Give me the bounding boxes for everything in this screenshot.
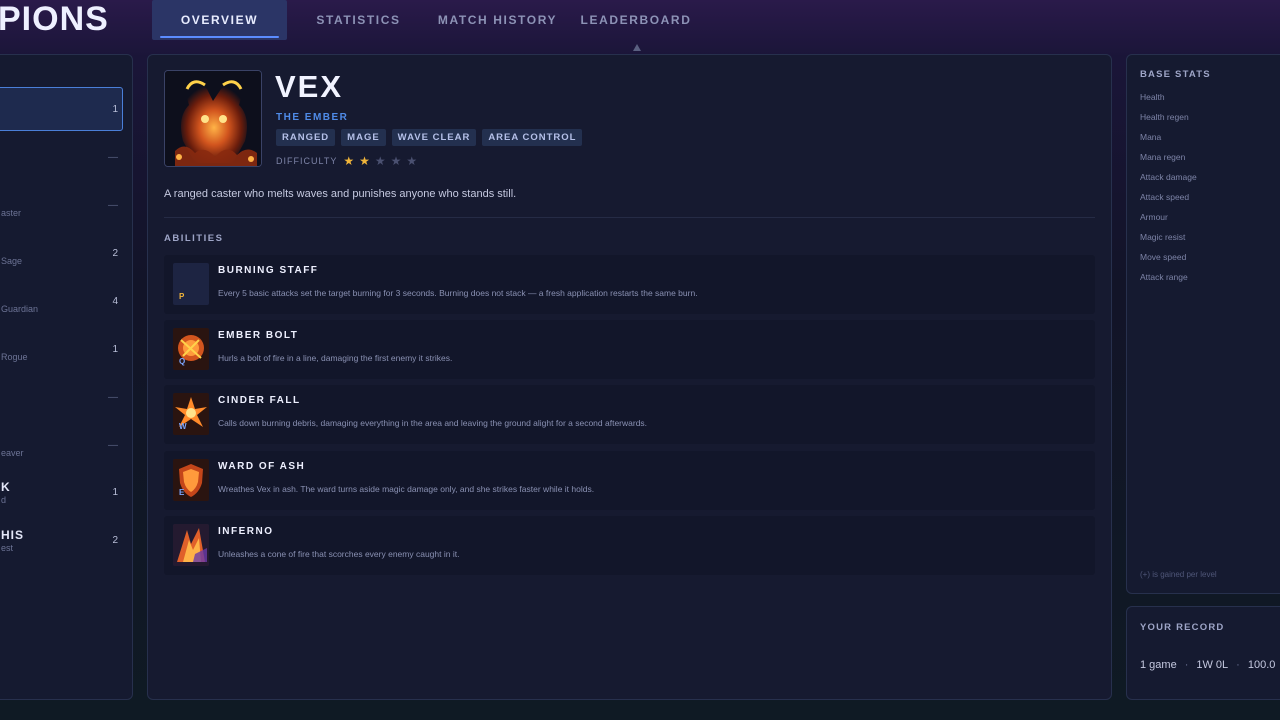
ability-key: P xyxy=(179,292,185,301)
ability-description: Hurls a bolt of fire in a line, damaging… xyxy=(218,353,453,363)
champion-title: THE EMBER xyxy=(276,112,349,123)
inferno-icon: R xyxy=(173,524,209,566)
list-item-count: 2 xyxy=(112,535,118,546)
tag-badge: MAGE xyxy=(341,129,386,146)
difficulty-label: DIFFICULTY xyxy=(276,156,338,166)
star-icon: ★ xyxy=(406,154,418,168)
ability-row[interactable]: Q EMBER BOLT Hurls a bolt of fire in a l… xyxy=(164,320,1095,379)
star-icon: ★ xyxy=(359,154,370,168)
stat-label: Attack speed xyxy=(1140,192,1190,202)
champion-description: A ranged caster who melts waves and puni… xyxy=(164,188,517,200)
difficulty-rating: DIFFICULTY ★ ★ ★ ★ ★ xyxy=(276,152,422,170)
ability-description: Calls down burning debris, damaging ever… xyxy=(218,418,648,428)
divider xyxy=(164,217,1095,218)
tab-statistics[interactable]: STATISTICS xyxy=(287,0,430,40)
record-summary: 1 game · 1W 0L · 100.0 xyxy=(1140,659,1276,671)
ability-name: WARD OF ASH xyxy=(218,461,306,472)
list-item-name[interactable]: K xyxy=(1,480,11,494)
ember-bolt-icon: Q xyxy=(173,328,209,370)
ability-name: EMBER BOLT xyxy=(218,330,299,341)
stats-footnote: (+) is gained per level xyxy=(1140,570,1217,579)
list-item-sub: aster xyxy=(1,208,22,218)
tab-leaderboard[interactable]: LEADERBOARD xyxy=(565,0,707,40)
star-icon: ★ xyxy=(343,154,355,168)
ability-description: Wreathes Vex in ash. The ward turns asid… xyxy=(218,484,595,494)
ability-row[interactable]: E WARD OF ASH Wreathes Vex in ash. The w… xyxy=(164,451,1095,510)
list-item-count: 4 xyxy=(112,296,118,307)
record-winrate: 100.0 xyxy=(1247,659,1276,671)
champion-tags: RANGED MAGE WAVE CLEAR AREA CONTROL xyxy=(276,129,583,146)
abilities-heading: ABILITIES xyxy=(164,233,224,244)
base-stats-panel: BASE STATS Health Health regen Mana Mana… xyxy=(1126,54,1280,594)
stat-label: Armour xyxy=(1140,212,1168,222)
tag-badge: WAVE CLEAR xyxy=(391,129,477,146)
list-item-sub: est xyxy=(1,543,14,553)
list-item-sub: Rogue xyxy=(1,352,28,362)
champion-list-panel: 1 — — aster 2 Sage 4 Guardian 1 Rogue — … xyxy=(0,54,133,700)
list-item-count: 2 xyxy=(112,248,118,259)
ability-name: CINDER FALL xyxy=(218,395,301,406)
list-item-sub: Sage xyxy=(1,256,23,266)
ability-row[interactable]: P BURNING STAFF Every 5 basic attacks se… xyxy=(164,255,1095,314)
champion-name: VEX xyxy=(275,69,344,104)
list-item-count: 1 xyxy=(112,344,118,355)
champion-detail-panel: VEX THE EMBER RANGED MAGE WAVE CLEAR ARE… xyxy=(147,54,1112,700)
list-item-sub: Guardian xyxy=(1,304,39,314)
record-wl: 1W 0L xyxy=(1196,659,1229,671)
list-item-sub: d xyxy=(1,495,7,505)
list-item-count: — xyxy=(108,440,118,451)
ability-passive-icon: P xyxy=(173,263,209,305)
champion-list-item-selected[interactable] xyxy=(0,87,123,131)
app-brand: PIONS xyxy=(0,0,109,38)
record-games: 1 game xyxy=(1140,659,1177,671)
main-nav: OVERVIEW STATISTICS MATCH HISTORY LEADER… xyxy=(152,0,707,40)
list-item-count: — xyxy=(108,392,118,403)
ability-description: Unleashes a cone of fire that scorches e… xyxy=(218,549,460,559)
tab-match-history[interactable]: MATCH HISTORY xyxy=(430,0,565,40)
ability-row[interactable]: R INFERNO Unleashes a cone of fire that … xyxy=(164,516,1095,575)
ability-row[interactable]: W CINDER FALL Calls down burning debris,… xyxy=(164,385,1095,444)
stat-label: Move speed xyxy=(1140,252,1187,262)
stat-label: Mana regen xyxy=(1140,152,1186,162)
stat-label: Health regen xyxy=(1140,112,1189,122)
nav-caret-icon xyxy=(633,44,641,51)
stat-label: Mana xyxy=(1140,132,1162,142)
list-item-count: 1 xyxy=(112,487,118,498)
ability-name: INFERNO xyxy=(218,526,274,537)
ability-description: Every 5 basic attacks set the target bur… xyxy=(218,288,698,298)
ability-key: E xyxy=(179,488,185,497)
star-icon: ★ xyxy=(390,154,402,168)
stat-label: Magic resist xyxy=(1140,232,1186,242)
champion-portrait-icon xyxy=(165,71,261,166)
ability-key: W xyxy=(179,422,187,431)
stat-label: Health xyxy=(1140,92,1165,102)
tab-overview[interactable]: OVERVIEW xyxy=(152,0,287,40)
list-item-count: 1 xyxy=(112,104,118,115)
ability-key: Q xyxy=(179,357,186,366)
stat-label: Attack range xyxy=(1140,272,1188,282)
list-item-name[interactable]: HIS xyxy=(1,528,24,542)
cinder-fall-icon: W xyxy=(173,393,209,435)
tag-badge: RANGED xyxy=(276,129,336,146)
your-record-panel: YOUR RECORD 1 game · 1W 0L · 100.0 xyxy=(1126,606,1280,700)
base-stats-title: BASE STATS xyxy=(1140,69,1211,80)
ability-name: BURNING STAFF xyxy=(218,265,319,276)
list-item-count: — xyxy=(108,200,118,211)
champion-portrait xyxy=(164,70,262,167)
star-icon: ★ xyxy=(374,154,386,168)
stat-label: Attack damage xyxy=(1140,172,1197,182)
record-title: YOUR RECORD xyxy=(1140,622,1225,633)
list-item-sub: eaver xyxy=(1,448,24,458)
list-item-count: — xyxy=(108,152,118,163)
tag-badge: AREA CONTROL xyxy=(482,129,583,146)
ward-of-ash-icon: E xyxy=(173,459,209,501)
difficulty-stars: ★ ★ ★ ★ ★ xyxy=(343,152,422,170)
